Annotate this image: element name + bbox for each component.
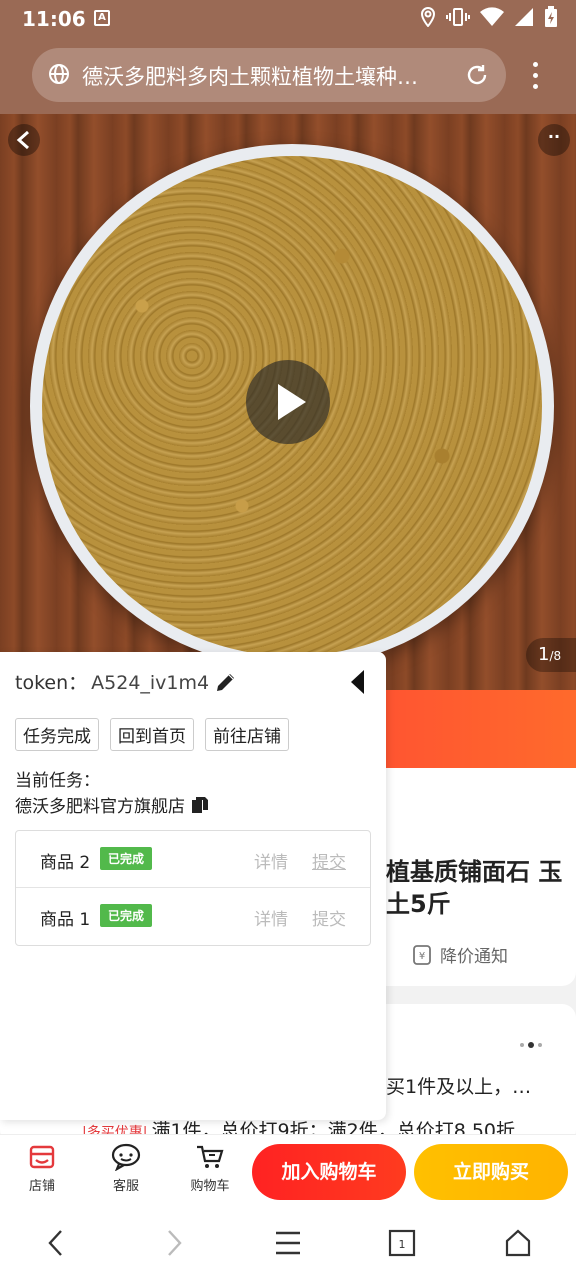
task-list: 商品 2 已完成 详情 提交 商品 1 已完成 详情 提交: [15, 830, 371, 946]
shop-button[interactable]: 店铺: [12, 1143, 72, 1194]
browser-chrome: 11:06 A 德沃多肥料多肉土颗粒植物土壤种…: [0, 0, 576, 114]
action-bar: 店铺 客服 购物车 加入购物车 立即购买: [0, 1134, 576, 1206]
shop-name: 德沃多肥料官方旗舰店: [15, 797, 185, 817]
task-complete-button[interactable]: 任务完成: [15, 718, 99, 751]
cart-icon: [197, 1145, 224, 1168]
buy-now-button[interactable]: 立即购买: [414, 1144, 568, 1200]
token-label: token：: [15, 672, 88, 694]
nav-home-icon[interactable]: [504, 1228, 532, 1258]
nav-tabs-icon[interactable]: 1: [388, 1228, 416, 1258]
play-icon: [278, 384, 306, 420]
cart-label: 购物车: [190, 1179, 230, 1194]
vibrate-icon: [446, 8, 470, 26]
status-bar: 11:06 A: [0, 0, 576, 38]
token-value: A524_iv1m4: [91, 672, 210, 694]
counter-current: 1: [538, 644, 550, 665]
status-icons: [420, 6, 558, 28]
copy-icon[interactable]: [191, 796, 209, 814]
wifi-icon: [480, 7, 504, 27]
current-task-label: 当前任务：: [15, 771, 100, 791]
price-notify-button[interactable]: ¥ 降价通知: [410, 942, 508, 967]
status-badge: 已完成: [100, 847, 153, 870]
reload-icon[interactable]: [464, 62, 490, 88]
current-shop: 德沃多肥料官方旗舰店: [15, 792, 209, 817]
play-video-button[interactable]: [246, 360, 330, 444]
nav-menu-icon[interactable]: [274, 1228, 302, 1258]
app-notification-icon: A: [94, 10, 110, 26]
task-name: 商品 2: [40, 853, 91, 873]
system-nav-bar: 1: [0, 1206, 576, 1280]
promo-summary: 买1件及以上，…: [386, 1076, 532, 1098]
price-tag-icon: ¥: [413, 944, 431, 965]
nav-back-icon[interactable]: [44, 1228, 68, 1258]
signal-icon: [515, 8, 533, 26]
price-notify-label: 降价通知: [440, 947, 508, 967]
edit-pencil-icon[interactable]: [214, 670, 238, 694]
svg-text:1: 1: [399, 1238, 406, 1251]
shop-label: 店铺: [28, 1179, 55, 1194]
panel-actions: 任务完成 回到首页 前往店铺: [15, 718, 289, 751]
battery-icon: [545, 6, 557, 27]
token-row: token： A524_iv1m4: [15, 668, 209, 695]
address-bar[interactable]: 德沃多肥料多肉土颗粒植物土壤种…: [32, 48, 506, 102]
promo-pager: [520, 1042, 542, 1048]
service-label: 客服: [112, 1179, 139, 1194]
chat-icon: [111, 1143, 141, 1171]
chevron-left-icon: [16, 130, 29, 150]
image-counter: 1/8: [526, 638, 576, 672]
location-icon: [420, 7, 436, 27]
globe-icon: [49, 64, 69, 84]
task-detail-link[interactable]: 详情: [254, 905, 288, 930]
status-time: 11:06: [22, 7, 86, 31]
more-button[interactable]: ··: [538, 124, 570, 156]
svg-text:¥: ¥: [419, 951, 425, 962]
go-shop-button[interactable]: 前往店铺: [205, 718, 289, 751]
task-row: 商品 1 已完成 详情 提交: [16, 888, 370, 945]
task-submit-link[interactable]: 提交: [312, 848, 346, 873]
nav-forward-icon[interactable]: [162, 1228, 186, 1258]
task-submit-link[interactable]: 提交: [312, 905, 346, 930]
task-name: 商品 1: [40, 910, 91, 930]
task-detail-link[interactable]: 详情: [254, 848, 288, 873]
task-row: 商品 2 已完成 详情 提交: [16, 831, 370, 888]
add-to-cart-button[interactable]: 加入购物车: [252, 1144, 406, 1200]
collapse-panel-icon[interactable]: [348, 668, 368, 696]
browser-menu-icon[interactable]: [526, 60, 546, 92]
page-title: 德沃多肥料多肉土颗粒植物土壤种…: [82, 65, 418, 89]
back-button[interactable]: [8, 124, 40, 156]
back-home-button[interactable]: 回到首页: [110, 718, 194, 751]
task-panel: token： A524_iv1m4 任务完成 回到首页 前往店铺 当前任务： 德沃…: [0, 652, 386, 1120]
counter-total: /8: [549, 649, 562, 663]
status-badge: 已完成: [100, 904, 153, 927]
product-title: 植基质铺面石 玉 土5斤: [386, 858, 563, 918]
service-button[interactable]: 客服: [96, 1143, 156, 1194]
shop-icon: [29, 1145, 55, 1169]
cart-button[interactable]: 购物车: [180, 1143, 240, 1194]
